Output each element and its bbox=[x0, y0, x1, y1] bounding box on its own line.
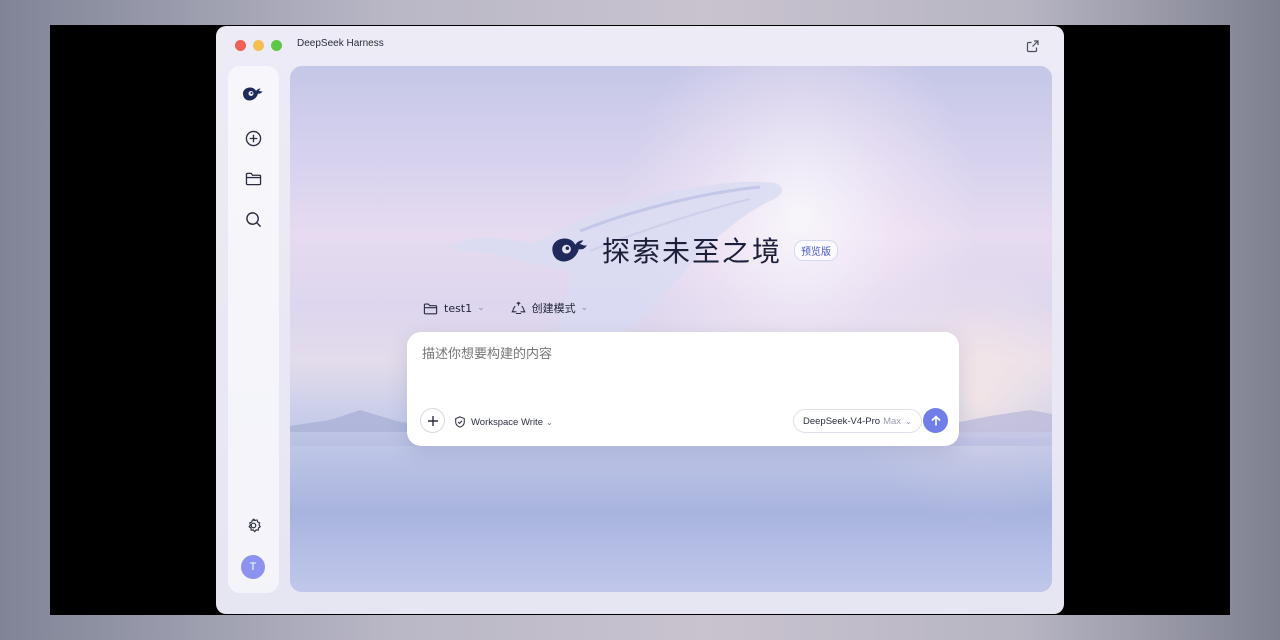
sea-surface bbox=[290, 432, 1052, 592]
recycle-icon bbox=[511, 300, 526, 314]
arrow-up-icon bbox=[930, 414, 941, 425]
window-title: DeepSeek Harness bbox=[297, 38, 384, 49]
shield-icon bbox=[455, 416, 465, 428]
chevron-down-icon: ⌄ bbox=[905, 416, 912, 426]
permission-selector[interactable]: Workspace Write ⌄ bbox=[454, 416, 553, 428]
chevron-down-icon: ⌄ bbox=[477, 303, 485, 313]
plus-circle-icon[interactable] bbox=[241, 126, 265, 150]
app-window: DeepSeek Harness T 探索未至之境 预览版 test1 ⌄ 创建… bbox=[216, 26, 1064, 614]
whale-logo-icon[interactable] bbox=[241, 82, 265, 106]
chevron-down-icon: ⌄ bbox=[580, 303, 589, 313]
main-panel: 探索未至之境 预览版 test1 ⌄ 创建模式 ⌄ 描述你想要构建的内容 Wor… bbox=[290, 66, 1052, 592]
project-name: test1 bbox=[444, 301, 473, 315]
hero: 探索未至之境 预览版 bbox=[548, 230, 839, 270]
model-level: Max bbox=[883, 415, 902, 427]
prompt-input[interactable] bbox=[422, 346, 942, 361]
maximize-window-button[interactable] bbox=[271, 40, 282, 51]
gear-icon[interactable] bbox=[241, 513, 265, 537]
folder-icon[interactable] bbox=[241, 166, 265, 190]
folder-icon bbox=[423, 302, 438, 314]
search-icon[interactable] bbox=[241, 207, 265, 231]
project-selector[interactable]: test1 ⌄ bbox=[423, 302, 485, 315]
minimize-window-button[interactable] bbox=[253, 40, 264, 51]
whale-logo-icon bbox=[552, 238, 587, 262]
model-selector[interactable]: DeepSeek-V4-Pro Max ⌄ bbox=[793, 409, 922, 433]
avatar[interactable]: T bbox=[241, 555, 265, 579]
context-chips: test1 ⌄ 创建模式 ⌄ bbox=[423, 300, 588, 316]
preview-badge: 预览版 bbox=[794, 239, 839, 261]
hero-title: 探索未至之境 bbox=[602, 235, 783, 268]
model-name: DeepSeek-V4-Pro bbox=[803, 415, 881, 427]
sidebar: T bbox=[228, 66, 279, 593]
chevron-down-icon: ⌄ bbox=[545, 417, 553, 427]
plus-icon bbox=[427, 415, 438, 426]
close-window-button[interactable] bbox=[235, 40, 246, 51]
permission-label: Workspace Write bbox=[471, 416, 543, 428]
mode-label: 创建模式 bbox=[531, 302, 576, 315]
send-button[interactable] bbox=[923, 408, 948, 433]
composer: Workspace Write ⌄ DeepSeek-V4-Pro Max ⌄ bbox=[407, 332, 959, 446]
add-attachment-button[interactable] bbox=[420, 408, 445, 433]
title-bar: DeepSeek Harness bbox=[216, 26, 1064, 66]
mode-selector[interactable]: 创建模式 ⌄ bbox=[511, 300, 589, 316]
external-link-icon[interactable] bbox=[1026, 38, 1040, 53]
